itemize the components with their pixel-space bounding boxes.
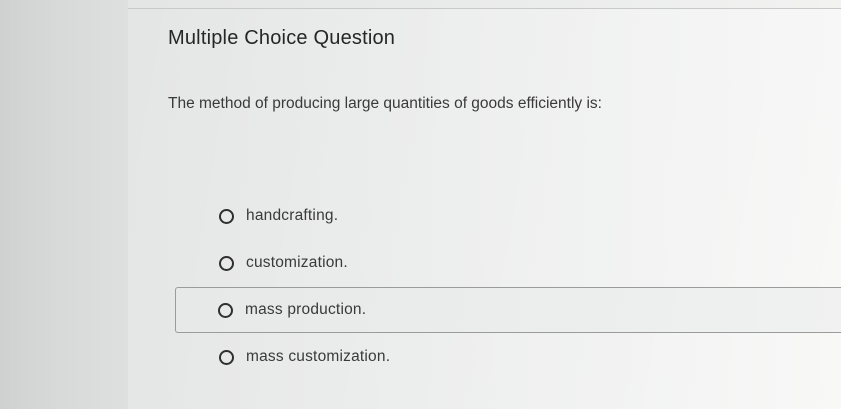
answer-options: handcrafting. customization. mass produc… [175, 193, 841, 381]
option-label[interactable]: mass customization. [246, 348, 390, 366]
option-mass-production[interactable]: mass production. [175, 287, 841, 333]
option-label[interactable]: customization. [246, 254, 348, 272]
option-customization[interactable]: customization. [176, 240, 841, 286]
option-handcrafting[interactable]: handcrafting. [176, 193, 841, 239]
question-type-title: Multiple Choice Question [168, 27, 396, 49]
option-label[interactable]: mass production. [245, 301, 366, 319]
radio-button-icon[interactable] [219, 208, 234, 224]
question-prompt: The method of producing large quantities… [168, 95, 602, 112]
option-mass-customization[interactable]: mass customization. [176, 334, 841, 380]
option-label[interactable]: handcrafting. [246, 207, 338, 225]
radio-button-icon[interactable] [219, 255, 234, 271]
radio-button-icon[interactable] [219, 349, 234, 365]
radio-button-icon[interactable] [218, 302, 233, 318]
question-panel: Multiple Choice Question The method of p… [128, 8, 841, 409]
